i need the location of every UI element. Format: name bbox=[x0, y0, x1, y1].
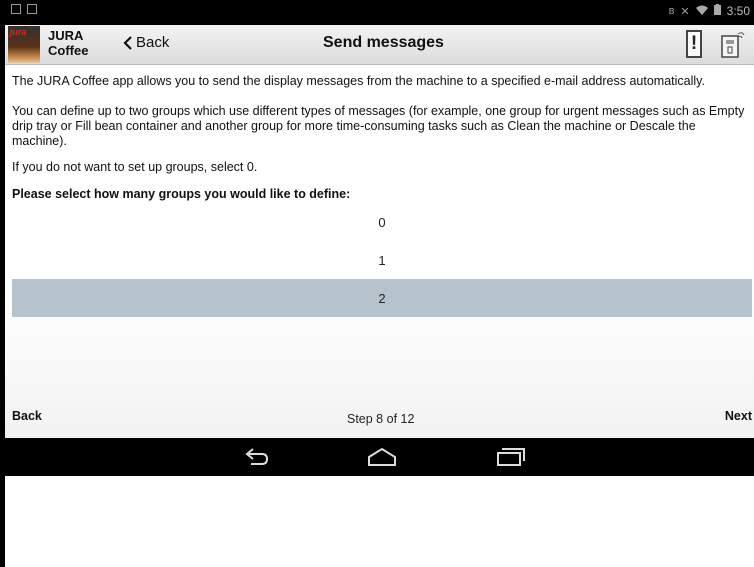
image-icon bbox=[11, 4, 21, 14]
group-option-label: 0 bbox=[378, 214, 386, 230]
navigation-bar bbox=[5, 438, 754, 476]
group-option-label: 2 bbox=[378, 290, 386, 306]
warning-button[interactable]: ! bbox=[686, 30, 702, 58]
recent-apps-button[interactable] bbox=[493, 446, 527, 468]
battery-icon bbox=[713, 4, 721, 18]
notification-icon bbox=[27, 4, 37, 14]
app-name-line1: JURA bbox=[48, 28, 84, 43]
zero-groups-hint: If you do not want to set up groups, sel… bbox=[12, 160, 258, 174]
group-option-1[interactable]: 1 bbox=[12, 241, 752, 279]
header-back-button[interactable]: Back bbox=[122, 34, 169, 51]
group-option-label: 1 bbox=[378, 252, 386, 268]
coffee-machine-icon bbox=[721, 32, 745, 58]
machine-connection-button[interactable] bbox=[721, 30, 745, 58]
wifi-icon bbox=[695, 4, 708, 18]
recent-apps-icon bbox=[497, 448, 525, 466]
footer-next-button[interactable]: Next bbox=[725, 409, 752, 423]
exclamation-icon: ! bbox=[690, 33, 698, 54]
app-icon: jura bbox=[8, 26, 40, 63]
status-bar: ʙ ✕ 3:50 bbox=[5, 0, 754, 25]
group-option-0[interactable]: 0 bbox=[12, 203, 752, 241]
home-nav-icon bbox=[368, 447, 396, 466]
step-indicator: Step 8 of 12 bbox=[347, 412, 415, 426]
mute-icon: ✕ bbox=[680, 5, 690, 18]
home-nav-button[interactable] bbox=[365, 446, 399, 468]
group-count-prompt: Please select how many groups you would … bbox=[12, 187, 351, 201]
chevron-left-icon bbox=[123, 35, 132, 50]
app-name-line2: Coffee bbox=[48, 43, 89, 58]
screen: ʙ ✕ 3:50 jura JURA Coffee Back Send mess… bbox=[0, 0, 754, 567]
back-nav-button[interactable] bbox=[239, 446, 273, 468]
page-title: Send messages bbox=[323, 34, 444, 51]
app-name: JURA Coffee bbox=[48, 28, 88, 58]
status-time: 3:50 bbox=[726, 4, 750, 18]
group-option-2-selected[interactable]: 2 bbox=[12, 279, 752, 317]
intro-paragraph: The JURA Coffee app allows you to send t… bbox=[12, 74, 705, 88]
groups-paragraph: You can define up to two groups which us… bbox=[12, 104, 745, 148]
app-header: jura JURA Coffee Back Send messages ! bbox=[5, 25, 754, 65]
footer-back-button[interactable]: Back bbox=[12, 409, 42, 423]
bluetooth-icon: ʙ bbox=[668, 5, 675, 17]
back-nav-icon bbox=[245, 448, 269, 465]
header-back-label: Back bbox=[136, 34, 170, 51]
jura-logo: jura bbox=[10, 27, 27, 37]
content-area: The JURA Coffee app allows you to send t… bbox=[5, 65, 754, 438]
